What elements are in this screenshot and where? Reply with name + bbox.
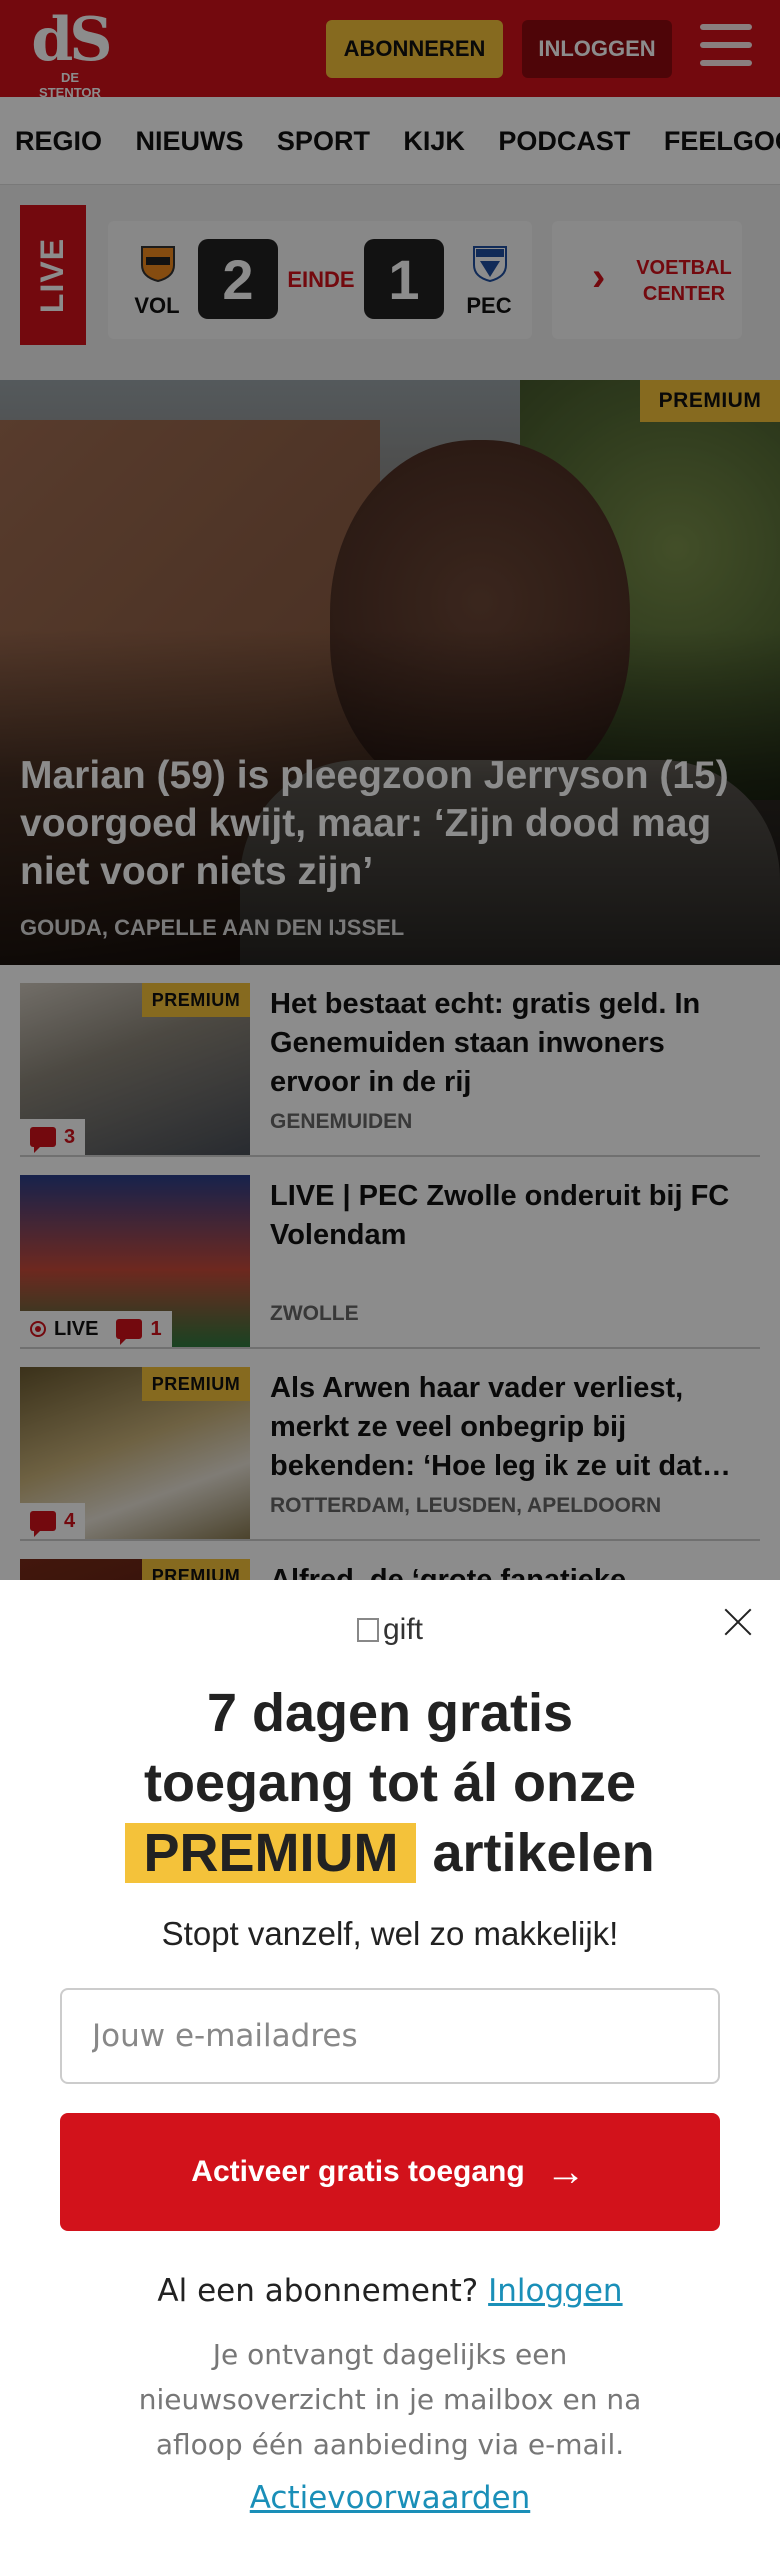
close-icon[interactable] [718,1602,758,1642]
already-subscribed-text: Al een abonnement? [157,2273,479,2309]
email-field[interactable] [60,1988,720,2084]
login-link[interactable]: Inloggen [488,2273,622,2309]
modal-title-line3: PREMIUM artikelen [40,1818,740,1888]
modal-title: 7 dagen gratis toegang tot ál onze PREMI… [40,1678,740,1888]
activate-trial-button[interactable]: Activeer gratis toegang → [60,2113,720,2231]
gift-alt-text: gift [382,1613,424,1646]
modal-subtitle: Stopt vanzelf, wel zo makkelijk! [161,1915,619,1952]
premium-trial-modal: gift 7 dagen gratis toegang tot ál onze … [0,1580,780,2560]
newsletter-note: Je ontvangt dagelijks een nieuwsoverzich… [138,2338,642,2461]
modal-title-line1: 7 dagen gratis [206,1683,574,1743]
activate-trial-label: Activeer gratis toegang [191,2155,525,2188]
arrow-right-icon: → [545,2150,586,2194]
gift-icon: gift [345,1610,435,1650]
broken-image-icon [356,1618,379,1642]
modal-backdrop[interactable] [0,0,780,1580]
already-subscribed: Al een abonnement? Inloggen [40,2273,740,2309]
premium-highlight: PREMIUM [125,1823,417,1883]
modal-title-line2: toegang tot ál onze [144,1753,636,1813]
terms-link[interactable]: Actievoorwaarden [40,2480,740,2516]
modal-title-artikelen: artikelen [432,1823,655,1883]
